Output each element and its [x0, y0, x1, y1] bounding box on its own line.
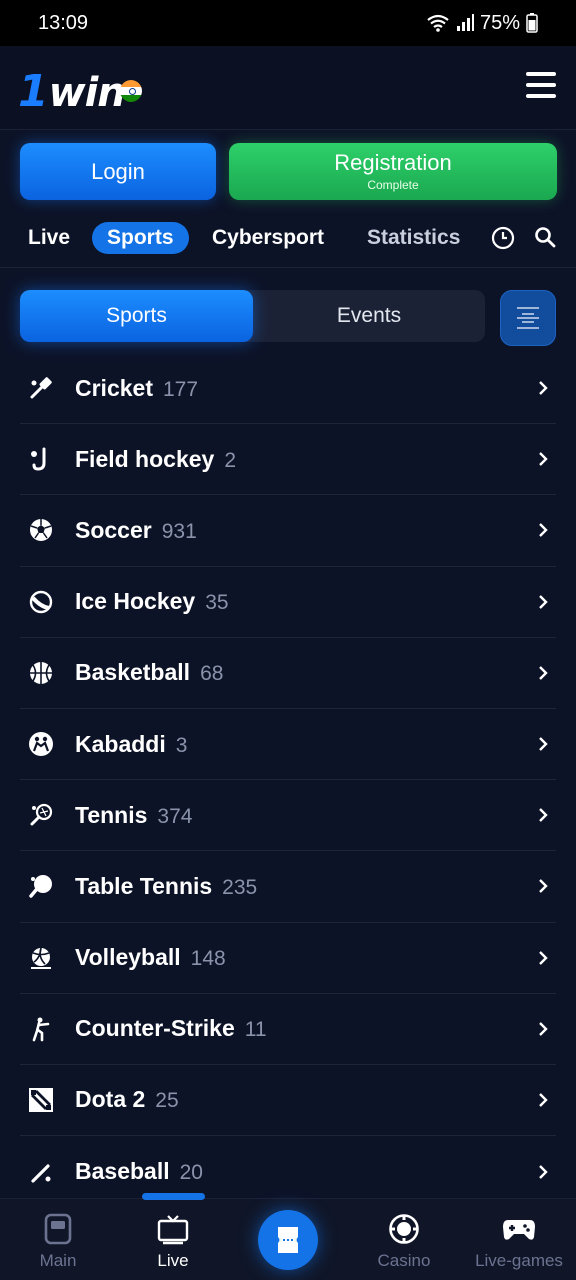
- baseball-icon: [31, 1164, 51, 1183]
- signal-icon: [456, 14, 474, 31]
- list-item[interactable]: Counter-Strike 11: [20, 994, 556, 1065]
- field-hockey-icon: [31, 447, 46, 471]
- list-item[interactable]: Cricket 177: [20, 353, 556, 425]
- chevron-right-icon: [539, 1093, 548, 1107]
- search-icon[interactable]: [534, 226, 556, 248]
- chevron-right-icon: [539, 665, 548, 680]
- list-item[interactable]: Table Tennis 235: [20, 851, 556, 923]
- menu-icon[interactable]: [526, 72, 556, 100]
- sports-events-toggle: Sports Events: [20, 290, 485, 342]
- registration-button[interactable]: Registration Complete: [229, 143, 557, 200]
- chevron-right-icon: [539, 737, 548, 751]
- chevron-right-icon: [539, 594, 548, 609]
- list-item[interactable]: Baseball 20: [20, 1136, 556, 1207]
- chevron-right-icon: [539, 950, 548, 965]
- tennis-icon: [30, 804, 53, 826]
- tab-statistics[interactable]: Statistics: [367, 222, 460, 254]
- login-button[interactable]: Login: [20, 143, 216, 200]
- sports-list: Cricket 177 Field hockey 2 Soccer 931 Ice H…: [20, 353, 556, 1207]
- bet-slip-button[interactable]: [258, 1210, 318, 1270]
- wifi-icon: [427, 14, 449, 32]
- list-item[interactable]: Volleyball 148: [20, 923, 556, 994]
- collapse-icon: [517, 307, 539, 329]
- casino-chip-icon: [389, 1214, 419, 1244]
- main-icon: [44, 1213, 72, 1245]
- tab-cybersport[interactable]: Cybersport: [212, 222, 324, 254]
- nav-live[interactable]: Live: [123, 1213, 223, 1271]
- app-header: 1 win: [0, 46, 576, 130]
- list-item[interactable]: Tennis 374: [20, 780, 556, 852]
- kabaddi-icon: [29, 732, 53, 757]
- nav-main[interactable]: Main: [8, 1213, 108, 1271]
- soccer-ball-icon: [30, 519, 52, 542]
- chevron-right-icon: [539, 523, 548, 538]
- volleyball-icon: [31, 947, 51, 969]
- list-item[interactable]: Field hockey 2: [20, 424, 556, 496]
- list-item[interactable]: Soccer 931: [20, 495, 556, 567]
- battery-percent: 75%: [479, 11, 520, 34]
- tab-sports[interactable]: Sports: [92, 222, 189, 254]
- cricket-icon: [30, 377, 52, 399]
- chevron-right-icon: [539, 1021, 548, 1036]
- brand-logo[interactable]: 1 win: [18, 66, 126, 117]
- list-item[interactable]: Basketball 68: [20, 638, 556, 709]
- status-bar: 13:09 75%: [0, 0, 576, 46]
- list-item[interactable]: Kabaddi 3: [20, 709, 556, 781]
- list-item[interactable]: Ice Hockey 35: [20, 567, 556, 638]
- nav-live-games[interactable]: Live-games: [469, 1213, 569, 1271]
- dota-icon: [29, 1087, 53, 1112]
- india-flag-icon[interactable]: [120, 80, 142, 102]
- ice-hockey-icon: [29, 590, 53, 613]
- chevron-right-icon: [539, 879, 548, 894]
- chevron-right-icon: [539, 452, 548, 467]
- status-icons: 75%: [426, 12, 538, 35]
- status-time: 13:09: [38, 11, 89, 34]
- section-tabs: Live Sports Cybersport Statistics: [0, 214, 576, 268]
- counter-strike-icon: [32, 1017, 50, 1042]
- gamepad-icon: [503, 1220, 535, 1240]
- chevron-right-icon: [539, 381, 548, 395]
- clock-icon[interactable]: [491, 226, 515, 250]
- nav-casino[interactable]: Casino: [354, 1213, 454, 1271]
- list-item[interactable]: Dota 2 25: [20, 1065, 556, 1137]
- tv-icon: [157, 1215, 189, 1245]
- basketball-icon: [30, 661, 52, 684]
- ticket-icon: [278, 1227, 298, 1253]
- table-tennis-icon: [29, 875, 52, 899]
- collapse-button[interactable]: [500, 290, 556, 346]
- tab-live[interactable]: Live: [28, 222, 70, 254]
- sports-segment-button[interactable]: Sports: [20, 290, 253, 342]
- events-segment-button[interactable]: Events: [253, 290, 485, 342]
- chevron-right-icon: [539, 808, 548, 823]
- chevron-right-icon: [539, 1164, 548, 1179]
- active-tab-indicator: [142, 1193, 205, 1200]
- battery-icon: [526, 13, 538, 33]
